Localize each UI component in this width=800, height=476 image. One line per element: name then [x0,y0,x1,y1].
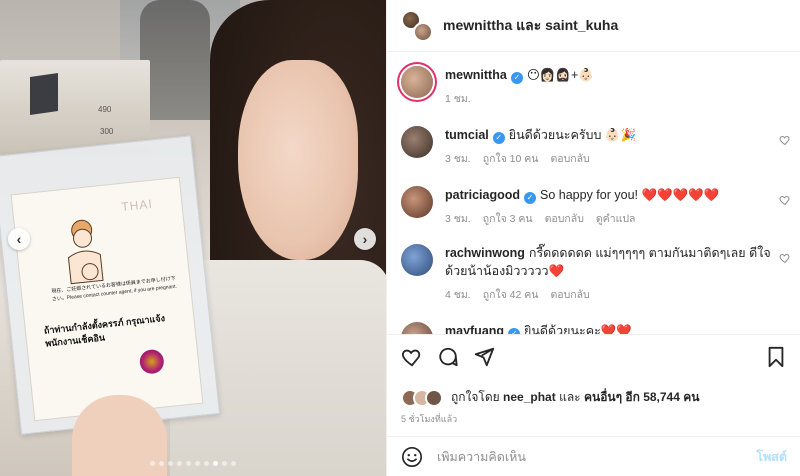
liker-username[interactable]: nee_phat [503,390,556,404]
comment-text: ยินดีด้วยนะคะ❤️❤️ [524,324,632,334]
caption: mewnittha ✓ 😶👩🏻🧔🏻‍♀️+👶🏻 1 ชม. [401,66,791,107]
post-side-panel: mewnittha และ saint_kuha mewnittha ✓ 😶👩🏻🧔🏻… [386,0,800,476]
comment-likes[interactable]: ถูกใจ 3 คน [483,210,533,227]
comment-text: ยินดีด้วยนะครับบ 👶🏻🎉 [508,128,637,142]
carousel-dot [177,461,182,466]
reply-button[interactable]: ตอบกลับ [550,150,589,167]
collab-avatars[interactable] [401,9,433,42]
add-comment-bar: โพสต์ [387,436,800,476]
heart-icon[interactable] [779,134,791,146]
post-time[interactable]: 5 ชั่วโมงที่แล้ว [401,412,457,426]
carousel-dot [231,461,236,466]
comment-username[interactable]: mayfuang [445,324,504,334]
comment-text: 😶👩🏻🧔🏻‍♀️+👶🏻 [526,68,594,82]
heart-icon[interactable] [779,194,791,206]
comment-username[interactable]: mewnittha [445,68,507,82]
carousel-dot [204,461,209,466]
comment-username[interactable]: rachwinwong [445,246,525,260]
woman-face [238,60,358,260]
comment-likes[interactable]: ถูกใจ 10 คน [483,150,539,167]
emoji-icon[interactable] [401,446,423,468]
comment-time[interactable]: 1 ชม. [445,90,471,107]
thai-airways-logo [138,348,165,375]
heart-icon[interactable] [779,252,791,264]
checkin-counter: 490 300 [0,60,150,155]
bookmark-icon[interactable] [765,346,787,368]
instagram-post-view: 490 300 THAI 現在、ご妊娠されているお客様は係員までお申し付け下さい… [0,0,800,476]
liker-avatars [401,388,445,407]
carousel-dots [150,461,236,466]
comment-time[interactable]: 3 ชม. [445,210,471,227]
card-logo-text: THAI [120,196,154,214]
chevron-left-icon[interactable]: ‹ [8,228,30,250]
verified-icon: ✓ [492,132,505,144]
post-button[interactable]: โพสต์ [756,447,787,467]
action-bar [387,334,800,378]
comment-item: tumcial ✓ ยินดีด้วยนะครับบ 👶🏻🎉 3 ชม. ถูกใจ… [401,126,791,167]
reply-button[interactable]: ตอบกลับ [550,286,589,303]
avatar[interactable] [401,244,433,276]
comment-time[interactable]: 4 ชม. [445,286,471,303]
avatar[interactable] [401,186,433,218]
comment-username[interactable]: patriciagood [445,188,520,202]
post-photo[interactable]: 490 300 THAI 現在、ご妊娠されているお客様は係員までお申し付け下さい… [0,0,386,476]
likes-and: และ [559,390,581,404]
counter-number: 490 [98,105,112,114]
counter-number: 300 [100,127,114,136]
carousel-dot [186,461,191,466]
comment-item: patriciagood ✓ So happy for you! ❤️❤️❤️❤️❤… [401,186,791,227]
comments-list[interactable]: mewnittha ✓ 😶👩🏻🧔🏻‍♀️+👶🏻 1 ชม. tumcial ✓ ยินด… [387,52,800,334]
avatar[interactable] [401,322,433,334]
comment-likes[interactable]: ถูกใจ 42 คน [483,286,539,303]
post-header: mewnittha และ saint_kuha [387,0,800,52]
carousel-dot-active [213,461,218,466]
reply-button[interactable]: ตอบกลับ [545,210,584,227]
pregnancy-notice-card: THAI 現在、ご妊娠されているお客様は係員までお申し付け下さい。Please … [10,176,204,422]
background-person [140,0,210,120]
heart-icon[interactable] [401,346,423,368]
verified-icon: ✓ [510,72,523,84]
avatar [413,21,433,42]
comment-text: So happy for you! ❤️❤️❤️❤️❤️ [540,188,720,202]
likes-prefix: ถูกใจโดย [451,390,500,404]
share-icon[interactable] [473,346,495,368]
carousel-dot [150,461,155,466]
comment-time[interactable]: 3 ชม. [445,150,471,167]
comment-item: rachwinwong กรี๊ดดดดดด แม่ๆๆๆๆๆ ตามกันมาต… [401,244,791,303]
chevron-right-icon[interactable]: › [354,228,376,250]
comment-icon[interactable] [437,346,459,368]
avatar[interactable] [401,126,433,158]
avatar[interactable] [401,66,433,98]
carousel-dot [159,461,164,466]
carousel-dot [168,461,173,466]
carousel-dot [222,461,227,466]
card-text-thai: ถ้าท่านกำลังตั้งครรภ์ กรุณาแจ้งพนักงานเช… [43,313,166,349]
counter-monitor [30,73,58,115]
avatar [425,388,443,407]
likes-others[interactable]: คนอื่นๆ อีก 58,744 คน [584,390,700,404]
verified-icon: ✓ [524,192,537,204]
likes-summary[interactable]: ถูกใจโดย nee_phat และ คนอื่นๆ อีก 58,744… [401,388,699,407]
post-authors[interactable]: mewnittha และ saint_kuha [443,15,618,37]
carousel-dot [195,461,200,466]
comment-item: mayfuang ✓ ยินดีด้วยนะคะ❤️❤️ [401,322,791,334]
translate-button[interactable]: ดูคำแปล [596,210,636,227]
comment-input[interactable] [437,449,737,464]
comment-username[interactable]: tumcial [445,128,489,142]
